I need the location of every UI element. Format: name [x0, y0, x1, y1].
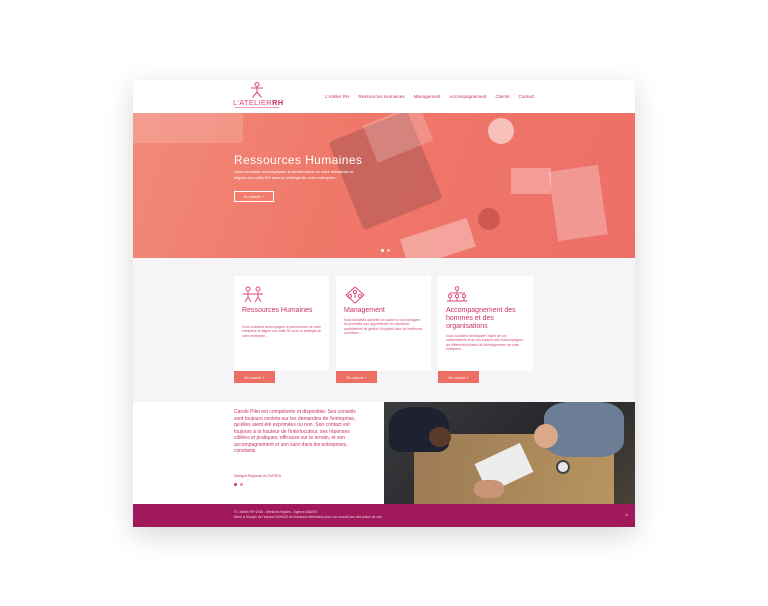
testimonial-author: Délégué Régional du FAFSEA	[234, 474, 282, 478]
testimonial-quote: Carole Pilet est compétente et disponibl…	[234, 409, 356, 454]
hero-document-image	[511, 168, 551, 194]
logo-figure-icon	[251, 82, 263, 98]
hero-slider: Ressources Humaines Vous souhaitez accom…	[133, 113, 635, 258]
photo-hand	[474, 480, 504, 498]
nav-item-ressources-humaines[interactable]: Ressources Humaines	[358, 94, 404, 99]
service-rh-more-button[interactable]: En savoir +	[234, 371, 275, 383]
nav-item-accompagnement[interactable]: Accompagnement	[449, 94, 486, 99]
service-card-rh: Ressources Humaines Vous souhaitez accom…	[234, 276, 329, 371]
hero-subtitle: Vous souhaitez accompagner la performanc…	[234, 169, 354, 180]
service-description: Vous souhaitez accompagner la performanc…	[242, 325, 321, 338]
main-nav: L'Atelier RH Ressources Humaines Managem…	[325, 94, 534, 99]
hero-paper-image	[400, 217, 476, 258]
photo-coffee-cup	[556, 460, 570, 474]
meeting-photo	[384, 402, 635, 504]
team-icon	[447, 286, 467, 302]
testimonial-dot-1[interactable]	[234, 483, 237, 486]
service-description: Vous souhaitez apporter un soutien à vos…	[344, 318, 423, 336]
services-section: Ressources Humaines Vous souhaitez accom…	[133, 258, 635, 402]
service-title: Management	[344, 307, 385, 314]
nav-item-management[interactable]: Management	[414, 94, 441, 99]
service-card-management: Management Vous souhaitez apporter un so…	[336, 276, 431, 371]
logo-text: L'ATELIERRH	[233, 98, 284, 107]
hero-dot-2[interactable]	[387, 249, 390, 252]
site-header: L'ATELIERRH L'Atelier RH Ressources Huma…	[133, 80, 635, 113]
people-icon	[243, 286, 263, 303]
hero-bg-shape	[133, 113, 243, 143]
footer-copyright: © L'Atelier RH 2016 - Mentions légales -…	[234, 510, 318, 514]
testimonial-pagination	[234, 483, 243, 486]
testimonial-section: Carole Pilet est compétente et disponibl…	[133, 402, 635, 504]
service-management-more-button[interactable]: En savoir +	[336, 371, 377, 383]
service-accompagnement-more-button[interactable]: En savoir +	[438, 371, 479, 383]
footer-credits: Merci à l'équipe de l'espace BOMIZE de B…	[234, 515, 382, 519]
nav-item-clients[interactable]: Clients	[495, 94, 509, 99]
hero-pagination	[381, 249, 390, 252]
back-to-top-icon[interactable]: ^	[625, 514, 628, 520]
website-page: L'ATELIERRH L'Atelier RH Ressources Huma…	[133, 80, 635, 527]
testimonial-dot-2[interactable]	[240, 483, 243, 486]
nav-item-contact[interactable]: Contact	[519, 94, 535, 99]
management-icon	[345, 286, 365, 304]
hero-dot-1[interactable]	[381, 249, 384, 252]
logo[interactable]: L'ATELIERRH	[233, 82, 283, 111]
nav-item-atelier[interactable]: L'Atelier RH	[325, 94, 349, 99]
service-description: Vous souhaitez développer l'esprit de vo…	[446, 334, 524, 352]
logo-underline	[235, 107, 279, 108]
hero-document-image-2	[548, 164, 608, 242]
service-title: Accompagnement des hommes et des organis…	[446, 307, 516, 330]
service-title: Ressources Humaines	[242, 307, 313, 314]
photo-head-left	[429, 427, 451, 447]
hero-title: Ressources Humaines	[234, 153, 363, 167]
photo-head-right	[534, 424, 558, 448]
service-card-accompagnement: Accompagnement des hommes et des organis…	[438, 276, 533, 371]
hero-more-button[interactable]: En savoir +	[234, 191, 274, 202]
hero-mug-image	[478, 208, 500, 230]
hero-plant-image	[488, 118, 514, 144]
site-footer: © L'Atelier RH 2016 - Mentions légales -…	[133, 504, 635, 527]
